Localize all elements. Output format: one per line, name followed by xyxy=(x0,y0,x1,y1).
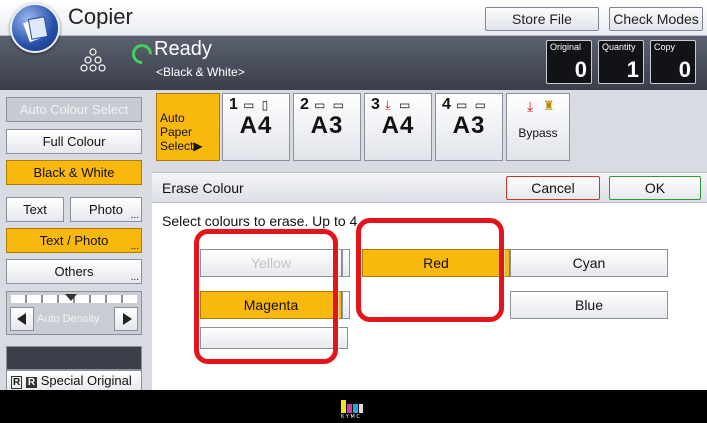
density-increase-button[interactable] xyxy=(114,307,138,331)
text-photo-button[interactable]: Text / Photo ... xyxy=(6,228,142,253)
status-bar: Ready <Black & White> Original 0 Quantit… xyxy=(0,36,707,90)
counter-value: 0 xyxy=(574,57,587,82)
tray-3-button[interactable]: 3 ⤓ ▭ A4 xyxy=(364,93,432,161)
app-title: Copier xyxy=(68,4,133,29)
density-control: Auto Density xyxy=(6,291,142,335)
bypass-warning-icon: ⤓ xyxy=(527,98,534,114)
text-photo-label: Text / Photo xyxy=(39,233,109,248)
left-arrow-icon xyxy=(17,313,26,325)
density-pointer-icon xyxy=(65,294,77,301)
tray-paper-icon: ▭ ▯ xyxy=(243,98,271,112)
store-file-button[interactable]: Store File xyxy=(485,7,599,31)
tray-paper-icon: ▭ ▭ xyxy=(314,98,347,112)
cyan-button[interactable]: Cyan xyxy=(510,249,668,277)
copy-counter: Copy 0 xyxy=(650,40,696,84)
tray-size: A4 xyxy=(239,112,273,139)
photo-label: Photo xyxy=(89,202,123,217)
black-white-button[interactable]: Black & White xyxy=(6,160,142,185)
bypass-key-icon: ♜ xyxy=(543,98,555,113)
tray-paper-icon: ▭ ▭ xyxy=(456,98,489,112)
photo-button[interactable]: Photo ... xyxy=(70,197,142,222)
panel-title: Erase Colour xyxy=(162,180,244,196)
panel-header: Erase Colour Cancel OK xyxy=(152,173,707,203)
status-ready: Ready xyxy=(154,38,212,60)
counter-label: Original xyxy=(550,42,582,52)
special-original-label: Special Original xyxy=(40,373,132,388)
bypass-button[interactable]: ⤓ ♜ Bypass xyxy=(506,93,570,161)
sidebar: Auto Colour Select Full Colour Black & W… xyxy=(6,90,144,392)
toner-level-icon: K Y M C xyxy=(341,400,363,418)
more-mark: ... xyxy=(130,241,139,252)
play-arrow-icon: ▶ xyxy=(193,139,203,153)
counter-value: 1 xyxy=(626,57,639,82)
original-counter: Original 0 xyxy=(546,40,592,84)
right-arrow-icon xyxy=(123,313,132,325)
title-bar: Copier Store File Check Modes xyxy=(0,0,707,36)
cancel-button[interactable]: Cancel xyxy=(506,176,600,200)
yellow-button[interactable]: Yellow xyxy=(200,249,342,277)
auto-density-label: Auto Density xyxy=(37,313,100,325)
blue-button[interactable]: Blue xyxy=(510,291,668,319)
tray-size: A3 xyxy=(452,112,486,139)
colour-mode-status: <Black & White> xyxy=(156,65,245,79)
blank-slot xyxy=(6,346,142,370)
tray-empty-warning-icon: ⤓ xyxy=(385,98,393,112)
svg-text:K Y M C: K Y M C xyxy=(341,414,360,418)
check-modes-button[interactable]: Check Modes xyxy=(609,7,703,31)
colour-button-partial[interactable] xyxy=(200,327,348,349)
button-edge xyxy=(342,291,350,319)
density-decrease-button[interactable] xyxy=(10,307,34,331)
tray-1-button[interactable]: 1 ▭ ▯ A4 xyxy=(222,93,290,161)
others-label: Others xyxy=(54,264,94,279)
copies-icon xyxy=(80,48,106,72)
ok-button[interactable]: OK xyxy=(609,176,701,200)
copier-logo-icon xyxy=(10,3,60,53)
tray-size: A3 xyxy=(310,112,344,139)
spinner-icon xyxy=(127,39,157,69)
more-mark: ... xyxy=(130,210,139,221)
counter-value: 0 xyxy=(678,57,691,82)
counter-label: Quantity xyxy=(602,42,636,52)
erase-colour-panel: Erase Colour Cancel OK Select colours to… xyxy=(152,172,707,390)
main-area: Auto Colour Select Full Colour Black & W… xyxy=(0,90,707,392)
text-button[interactable]: Text xyxy=(6,197,64,222)
bottom-bar: K Y M C xyxy=(0,390,707,423)
auto-paper-label: Auto Paper Select xyxy=(160,111,194,153)
quantity-counter: Quantity 1 xyxy=(598,40,644,84)
auto-colour-select-button[interactable]: Auto Colour Select xyxy=(6,97,142,122)
special-original-icon: R xyxy=(11,376,23,389)
special-original-button[interactable]: R R Special Original xyxy=(6,370,142,392)
auto-paper-select-button[interactable]: Auto Paper Select▶ xyxy=(156,93,220,161)
bypass-label: Bypass xyxy=(518,126,558,140)
magenta-button[interactable]: Magenta xyxy=(200,291,342,319)
tray-4-button[interactable]: 4 ▭ ▭ A3 xyxy=(435,93,503,161)
full-colour-button[interactable]: Full Colour xyxy=(6,129,142,154)
tray-size: A4 xyxy=(381,112,415,139)
tray-paper-icon: ▭ xyxy=(399,98,413,112)
counter-label: Copy xyxy=(654,42,676,52)
others-button[interactable]: Others ... xyxy=(6,259,142,284)
instruction-text: Select colours to erase. Up to 4 xyxy=(162,213,358,229)
button-edge xyxy=(342,249,350,277)
more-mark: ... xyxy=(130,272,139,283)
special-original-icon-2: R xyxy=(25,377,38,388)
red-button[interactable]: Red xyxy=(362,249,510,277)
tray-2-button[interactable]: 2 ▭ ▭ A3 xyxy=(293,93,361,161)
